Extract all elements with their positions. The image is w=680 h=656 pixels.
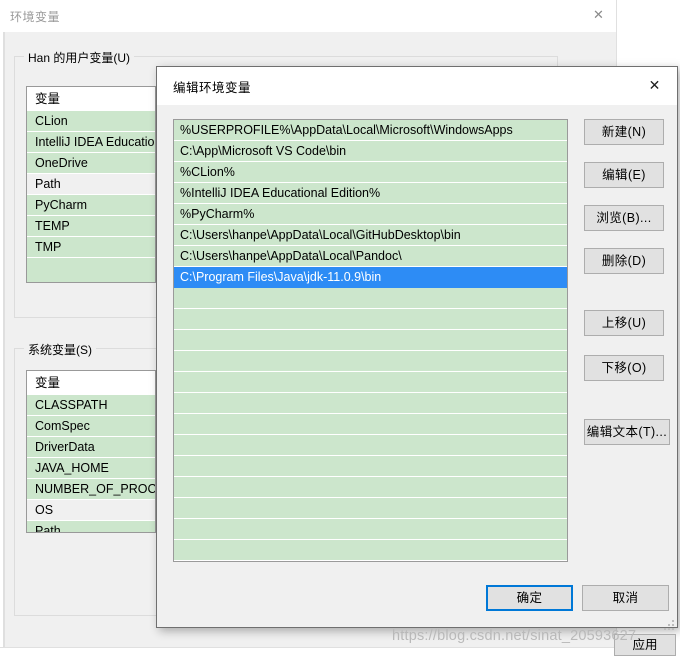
- resize-grip[interactable]: [664, 620, 676, 632]
- close-icon[interactable]: ✕: [581, 0, 616, 30]
- dialog-title: 编辑环境变量: [173, 81, 252, 95]
- dialog-titlebar: 编辑环境变量 ✕: [157, 67, 677, 105]
- path-entry-empty-row[interactable]: [174, 477, 567, 498]
- edit-text-button[interactable]: 编辑文本(T)...: [584, 419, 670, 445]
- path-entry-empty-row[interactable]: [174, 414, 567, 435]
- bg-window-titlebar: 环境变量 ✕: [0, 0, 616, 32]
- path-entry-empty-row[interactable]: [174, 540, 567, 561]
- delete-button[interactable]: 删除(D): [584, 248, 664, 274]
- browse-button[interactable]: 浏览(B)...: [584, 205, 664, 231]
- system-variables-list[interactable]: 变量 CLASSPATH ComSpec DriverData JAVA_HOME NU…: [26, 370, 156, 533]
- new-button[interactable]: 新建(N): [584, 119, 664, 145]
- system-variable-row[interactable]: ComSpec: [27, 416, 155, 437]
- user-variables-list[interactable]: 变量 CLion IntelliJ IDEA Educatio OneDrive Pa…: [26, 86, 156, 283]
- path-entry-empty-row[interactable]: [174, 288, 567, 309]
- system-variable-row[interactable]: OS: [27, 500, 155, 521]
- user-list-rows: CLion IntelliJ IDEA Educatio OneDrive Path P…: [27, 111, 155, 258]
- system-variables-legend: 系统变量(S): [24, 341, 96, 358]
- close-icon[interactable]: ✕: [632, 67, 677, 103]
- user-variables-legend: Han 的用户变量(U): [24, 49, 135, 66]
- bg-window-title: 环境变量: [10, 10, 61, 24]
- move-up-button[interactable]: 上移(U): [584, 310, 664, 336]
- path-entry-empty-row[interactable]: [174, 456, 567, 477]
- user-variable-row[interactable]: PyCharm: [27, 195, 155, 216]
- system-list-rows: CLASSPATH ComSpec DriverData JAVA_HOME NUMBE…: [27, 395, 155, 532]
- ok-button[interactable]: 确定: [486, 585, 573, 611]
- path-entry-empty-row[interactable]: [174, 498, 567, 519]
- path-entry-row[interactable]: C:\App\Microsoft VS Code\bin: [174, 141, 567, 162]
- move-down-button[interactable]: 下移(O): [584, 355, 664, 381]
- system-variable-row[interactable]: CLASSPATH: [27, 395, 155, 416]
- path-entry-row[interactable]: %CLion%: [174, 162, 567, 183]
- apply-button[interactable]: 应用: [614, 634, 676, 656]
- edit-button[interactable]: 编辑(E): [584, 162, 664, 188]
- path-entry-row[interactable]: %IntelliJ IDEA Educational Edition%: [174, 183, 567, 204]
- path-entry-empty-row[interactable]: [174, 309, 567, 330]
- path-entry-empty-row[interactable]: [174, 393, 567, 414]
- user-variable-row[interactable]: Path: [27, 174, 155, 195]
- path-entry-row[interactable]: %USERPROFILE%\AppData\Local\Microsoft\Wi…: [174, 120, 567, 141]
- system-variable-row[interactable]: JAVA_HOME: [27, 458, 155, 479]
- path-entry-row[interactable]: C:\Users\hanpe\AppData\Local\GitHubDeskt…: [174, 225, 567, 246]
- path-entry-row[interactable]: C:\Program Files\Java\jdk-11.0.9\bin: [174, 267, 567, 288]
- user-variable-row[interactable]: OneDrive: [27, 153, 155, 174]
- path-entry-empty-row[interactable]: [174, 372, 567, 393]
- path-entry-row[interactable]: %PyCharm%: [174, 204, 567, 225]
- user-variable-row[interactable]: IntelliJ IDEA Educatio: [27, 132, 155, 153]
- window-left-edge: [3, 32, 5, 647]
- system-list-column-header: 变量: [27, 371, 155, 395]
- system-variable-row[interactable]: Path: [27, 521, 155, 532]
- user-list-column-header: 变量: [27, 87, 155, 111]
- system-variable-row[interactable]: NUMBER_OF_PROCES: [27, 479, 155, 500]
- path-entry-empty-row[interactable]: [174, 351, 567, 372]
- path-entry-row[interactable]: C:\Users\hanpe\AppData\Local\Pandoc\: [174, 246, 567, 267]
- user-variable-row[interactable]: TMP: [27, 237, 155, 258]
- path-entry-empty-row[interactable]: [174, 330, 567, 351]
- user-variable-row[interactable]: TEMP: [27, 216, 155, 237]
- edit-environment-variable-dialog: 编辑环境变量 ✕ %USERPROFILE%\AppData\Local\Mic…: [156, 66, 678, 628]
- cancel-button[interactable]: 取消: [582, 585, 669, 611]
- user-variable-row[interactable]: CLion: [27, 111, 155, 132]
- system-variable-row[interactable]: DriverData: [27, 437, 155, 458]
- path-entry-empty-row[interactable]: [174, 519, 567, 540]
- path-entries-list[interactable]: %USERPROFILE%\AppData\Local\Microsoft\Wi…: [173, 119, 568, 562]
- path-entry-empty-row[interactable]: [174, 435, 567, 456]
